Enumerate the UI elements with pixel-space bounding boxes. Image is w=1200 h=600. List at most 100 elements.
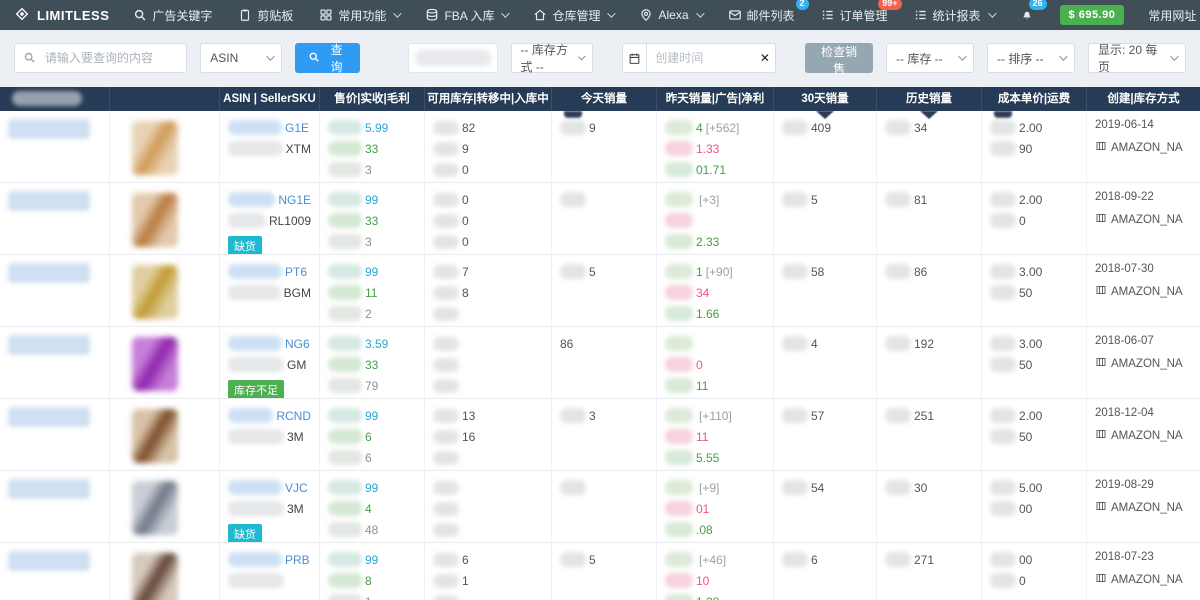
redacted-pill bbox=[560, 552, 586, 567]
asin-link[interactable]: G1E bbox=[285, 121, 309, 135]
table-row: NG1ERL1009缺货99333000[+3]2.335812.0002018… bbox=[0, 183, 1200, 255]
cell-asin-sku: RCND3M bbox=[220, 399, 320, 470]
asin-link[interactable]: RCND bbox=[276, 409, 311, 423]
redacted-pill bbox=[433, 235, 459, 249]
nav-item-mail-list[interactable]: 邮件列表2 bbox=[728, 0, 795, 30]
nav-item-order-mgmt[interactable]: 订单管理99+ bbox=[821, 0, 888, 30]
redacted-pill bbox=[433, 265, 459, 279]
redacted-pill bbox=[665, 336, 693, 351]
redacted-pill bbox=[560, 264, 586, 279]
redacted-pill bbox=[228, 501, 284, 516]
cell-created: 2018-07-23AMAZON_NA bbox=[1087, 543, 1200, 600]
nav-item-stats-report[interactable]: 统计报表 bbox=[914, 0, 994, 30]
asin-link[interactable]: PRB bbox=[285, 553, 310, 567]
cell-yesterday-sales: [+46]101.28 bbox=[657, 543, 774, 600]
cell-created: 2018-12-04AMAZON_NA bbox=[1087, 399, 1200, 470]
redacted-pill bbox=[328, 234, 362, 249]
storage-type-select[interactable]: -- 库存方式 -- bbox=[511, 43, 593, 73]
search-icon bbox=[133, 8, 147, 22]
cell-yesterday-sales: 4[+562]1.3301.71 bbox=[657, 111, 774, 182]
redacted-marker bbox=[564, 111, 582, 118]
redacted-pill bbox=[665, 192, 693, 207]
nav-item-ad-keywords[interactable]: 广告关键字 bbox=[133, 0, 212, 30]
cell-id bbox=[0, 255, 110, 326]
cell-today-sales: 5 bbox=[552, 255, 657, 326]
redacted-marker bbox=[994, 111, 1012, 118]
brand-name: LIMITLESS bbox=[37, 8, 109, 23]
query-button[interactable]: 查询 bbox=[295, 43, 359, 73]
product-table: ASIN | SellerSKU售价|实收|毛利可用库存|转移中|入库中今天销量… bbox=[0, 87, 1200, 600]
redacted-pill bbox=[990, 192, 1016, 207]
check-sales-button[interactable]: 检查销售 bbox=[805, 43, 873, 73]
cell-cost: 2.000 bbox=[982, 183, 1087, 254]
cell-today-sales: 3 bbox=[552, 399, 657, 470]
calendar-icon[interactable] bbox=[623, 44, 647, 72]
created-date: 2018-06-07 bbox=[1095, 335, 1192, 347]
nav-item-alexa[interactable]: Alexa bbox=[639, 0, 701, 30]
storage-channel: AMAZON_NA bbox=[1095, 572, 1192, 587]
column-header-10: 创建|库存方式 bbox=[1087, 87, 1200, 111]
redacted-pill bbox=[328, 522, 362, 537]
redacted-id bbox=[8, 119, 90, 139]
nav-item-clipboard[interactable]: 剪贴板 bbox=[238, 0, 293, 30]
cell-price: 99448 bbox=[320, 471, 425, 542]
count-badge: 26 bbox=[1029, 0, 1047, 10]
redacted-pill bbox=[433, 481, 459, 495]
product-image bbox=[132, 265, 178, 319]
redacted-pill bbox=[560, 408, 586, 423]
storage-channel: AMAZON_NA bbox=[1095, 500, 1192, 515]
redacted-pill bbox=[990, 213, 1016, 228]
redacted-pill bbox=[990, 264, 1016, 279]
cell-30day-sales: 409 bbox=[774, 111, 877, 182]
nav-item-notifications[interactable]: 26 bbox=[1020, 0, 1034, 30]
nav-item-fba-inbound[interactable]: FBA 入库 bbox=[425, 0, 507, 30]
column-header-0 bbox=[0, 87, 110, 111]
cell-today-sales bbox=[552, 471, 657, 542]
balance-badge: $ 695.90 bbox=[1060, 5, 1125, 25]
redacted-pill bbox=[228, 285, 281, 300]
redacted-pill bbox=[433, 409, 459, 423]
redacted-pill bbox=[885, 192, 911, 207]
table-header: ASIN | SellerSKU售价|实收|毛利可用库存|转移中|入库中今天销量… bbox=[0, 87, 1200, 111]
chevron-down-icon bbox=[696, 9, 704, 17]
sort-select[interactable]: -- 排序 -- bbox=[987, 43, 1075, 73]
apps-icon bbox=[319, 8, 333, 22]
redacted-filter-input[interactable] bbox=[408, 43, 498, 73]
asin-link[interactable]: VJC bbox=[285, 481, 308, 495]
clipboard-icon bbox=[238, 8, 252, 22]
warehouse-icon bbox=[1095, 356, 1107, 371]
pagesize-select[interactable]: 显示: 20 每页 bbox=[1088, 43, 1186, 73]
status-badge: 库存不足 bbox=[228, 380, 284, 398]
mail-icon bbox=[728, 8, 742, 22]
status-badge: 缺货 bbox=[228, 236, 262, 254]
cell-created: 2019-06-14AMAZON_NA bbox=[1087, 111, 1200, 182]
redacted-pill bbox=[990, 480, 1016, 495]
cell-30day-sales: 54 bbox=[774, 471, 877, 542]
clear-date-icon[interactable]: ✕ bbox=[755, 51, 774, 65]
cell-price: 9981 bbox=[320, 543, 425, 600]
asin-link[interactable]: NG1E bbox=[278, 193, 311, 207]
create-date-input[interactable] bbox=[647, 51, 755, 65]
redacted-pill bbox=[665, 285, 693, 300]
search-input[interactable] bbox=[14, 43, 187, 73]
warehouse-icon bbox=[1095, 284, 1107, 299]
nav-item-common-functions[interactable]: 常用功能 bbox=[319, 0, 399, 30]
asin-link[interactable]: NG6 bbox=[285, 337, 310, 351]
stock-filter-select[interactable]: -- 库存 -- bbox=[886, 43, 974, 73]
redacted-pill bbox=[665, 378, 693, 393]
cell-yesterday-sales: [+110]115.55 bbox=[657, 399, 774, 470]
limitless-logo-icon bbox=[14, 6, 30, 25]
asin-link[interactable]: PT6 bbox=[285, 265, 307, 279]
cell-id bbox=[0, 399, 110, 470]
redacted-pill bbox=[990, 141, 1016, 156]
cell-image bbox=[110, 111, 220, 182]
brand[interactable]: LIMITLESS bbox=[14, 6, 109, 25]
search-type-select[interactable]: ASIN bbox=[200, 43, 282, 73]
cell-asin-sku: NG1ERL1009缺货 bbox=[220, 183, 320, 254]
redacted-pill bbox=[433, 214, 459, 228]
redacted-pill bbox=[782, 336, 808, 351]
nav-item-balance[interactable]: $ 695.90 bbox=[1060, 0, 1125, 30]
nav-item-warehouse-mgmt[interactable]: 仓库管理 bbox=[533, 0, 613, 30]
warehouse-icon bbox=[1095, 428, 1107, 443]
nav-item-common-urls[interactable]: 常用网址 bbox=[1148, 0, 1200, 30]
